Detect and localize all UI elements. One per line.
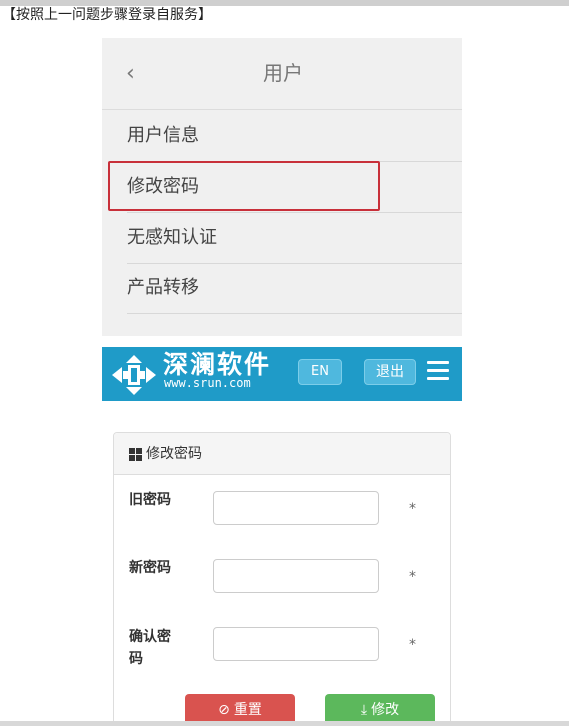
bottom-border-line — [0, 721, 569, 726]
language-en-button[interactable]: EN — [298, 359, 342, 385]
menu-item-label: 修改密码 — [127, 176, 199, 197]
confirm-password-input[interactable] — [213, 627, 379, 661]
menu-item-product-transfer[interactable]: 产品转移 — [127, 263, 462, 314]
required-mark: * — [409, 569, 416, 585]
required-mark: * — [409, 637, 416, 653]
menu-title: 用户 — [263, 61, 303, 85]
reset-button-label: 重置 — [233, 702, 262, 718]
menu-item-user-info[interactable]: 用户信息 — [127, 111, 462, 162]
change-password-card: 修改密码 旧密码 * 新密码 * 确认密码 * — [113, 432, 451, 726]
old-password-label: 旧密码 — [129, 492, 171, 508]
menu-header: ‹ 用户 — [102, 38, 462, 110]
card-header: 修改密码 — [114, 433, 450, 475]
logout-button[interactable]: 退出 — [364, 359, 416, 385]
required-mark: * — [409, 501, 416, 517]
card-title: 修改密码 — [146, 446, 202, 462]
new-password-input[interactable] — [213, 559, 379, 593]
hamburger-icon[interactable] — [427, 361, 449, 381]
submit-button-label: 修改 — [371, 702, 400, 718]
instruction-caption: 【按照上一问题步骤登录自服务】 — [2, 7, 212, 23]
new-password-label: 新密码 — [129, 560, 171, 576]
srun-logo-icon — [112, 355, 156, 395]
brand-url: www.srun.com — [164, 376, 251, 390]
brand-header-bar: 深澜软件 www.srun.com EN 退出 — [102, 347, 462, 401]
menu-item-label: 产品转移 — [127, 277, 199, 298]
menu-item-label: 用户信息 — [127, 125, 199, 146]
grid-icon — [129, 448, 142, 461]
menu-item-label: 无感知认证 — [127, 227, 217, 248]
user-menu-panel: ‹ 用户 用户信息 修改密码 无感知认证 产品转移 — [102, 38, 462, 336]
menu-item-change-password[interactable]: 修改密码 — [127, 162, 462, 213]
old-password-input[interactable] — [213, 491, 379, 525]
confirm-password-label: 确认密码 — [129, 629, 171, 667]
menu-item-seamless-auth[interactable]: 无感知认证 — [127, 213, 462, 264]
